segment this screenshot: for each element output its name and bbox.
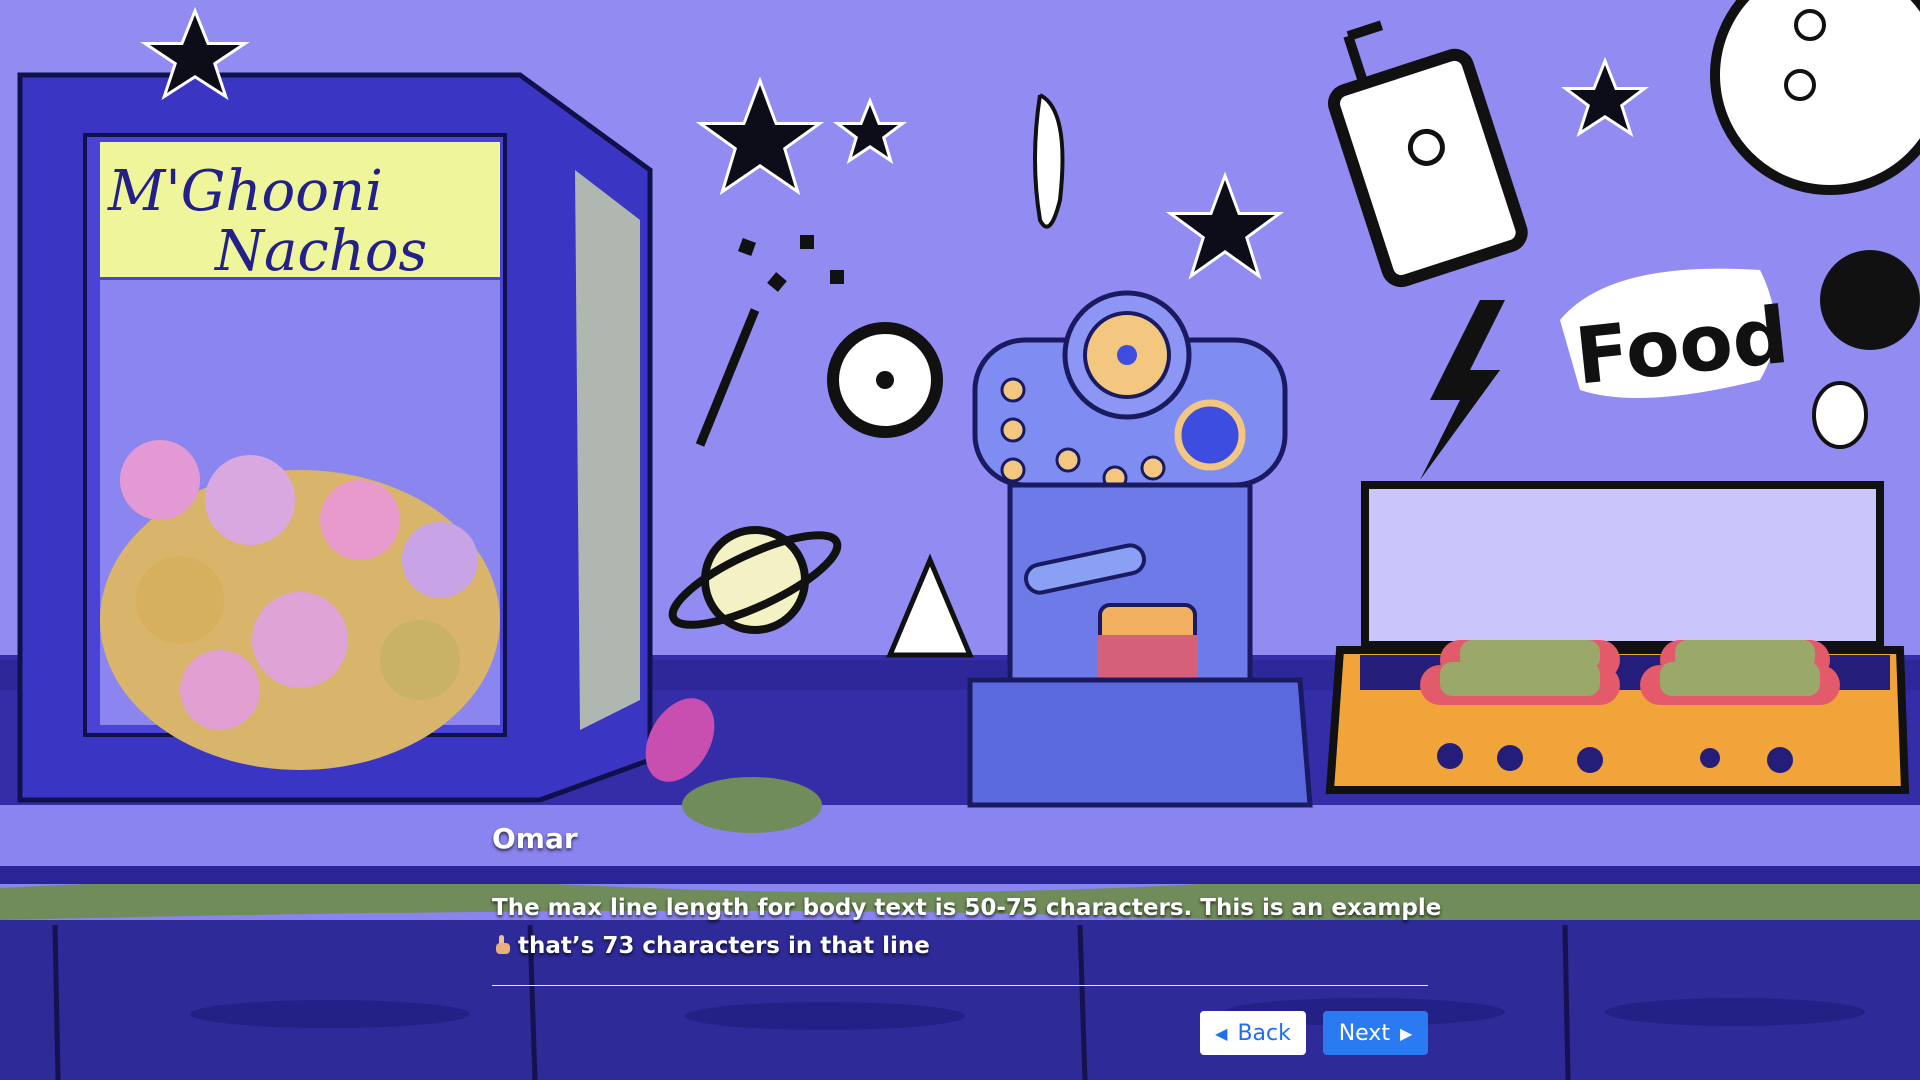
dialogue-divider [492,985,1428,986]
dialogue-line-1: The max line length for body text is 50-… [492,895,1442,921]
next-button-label: Next [1338,1020,1390,1046]
speaker-name: Omar [492,822,578,855]
triangle-left-icon: ◀ [1215,1023,1228,1043]
back-button[interactable]: ◀ Back [1200,1011,1306,1055]
dialogue-line-2: that’s 73 characters in that line [518,933,930,959]
machine-sign-line2: Nachos [213,219,427,284]
nacho-machine: M'Ghooni Nachos [17,72,653,803]
dialogue-text: The max line length for body text is 50-… [492,889,1442,965]
back-button-label: Back [1237,1020,1291,1046]
hot-dog-warmer [1325,481,1910,794]
dialogue-box: Omar The max line length for body text i… [492,822,1442,965]
triangle-right-icon: ▶ [1399,1023,1413,1043]
dialogue-line-2-wrapper: that’s 73 characters in that line [492,927,1428,965]
pointing-hand-icon [496,935,510,954]
machine-sign-line1: M'Ghooni [107,159,383,224]
next-button[interactable]: Next ▶ [1323,1011,1428,1055]
